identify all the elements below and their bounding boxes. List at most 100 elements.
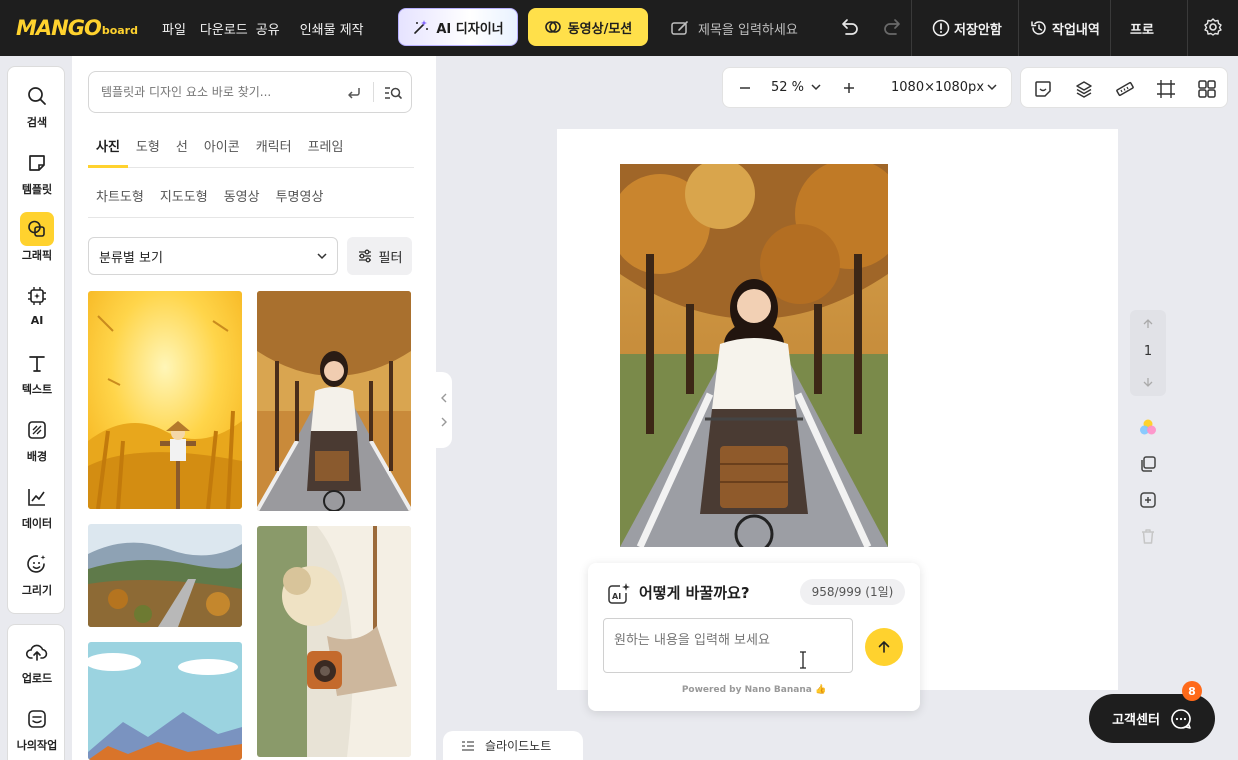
crop-frame-icon[interactable] (1156, 79, 1176, 99)
rail-item-graphic[interactable]: 그래픽 (8, 212, 66, 263)
document-title[interactable]: 제목을 입력하세요 (670, 0, 798, 56)
layers-icon[interactable] (1074, 79, 1094, 99)
ai-chip-icon (28, 287, 46, 305)
search-icon (28, 87, 46, 105)
sticker-icon[interactable] (1033, 79, 1053, 99)
template-icon (29, 155, 45, 171)
rail-item-search[interactable]: 검색 (8, 79, 66, 130)
canvas-size[interactable]: 1080×1080px (891, 80, 984, 95)
photo-thumbnail[interactable] (257, 526, 411, 757)
history-button[interactable]: 작업내역 (1030, 0, 1100, 56)
add-page-icon[interactable] (1138, 490, 1158, 510)
edit-title-icon (671, 21, 688, 35)
subtab-chart-shape[interactable]: 차트도형 (88, 188, 152, 218)
arrow-up-icon[interactable] (1142, 318, 1154, 330)
rail-item-text[interactable]: 텍스트 (8, 346, 66, 397)
duplicate-icon[interactable] (1138, 454, 1158, 474)
rail-label: 검색 (26, 116, 48, 129)
chevron-right-icon (441, 417, 447, 427)
chevron-down-icon[interactable] (811, 82, 821, 92)
video-motion-button[interactable]: 동영상/모션 (528, 8, 648, 46)
menu-download[interactable]: 다운로드 (200, 19, 248, 38)
girl-bicycle-photo (620, 164, 888, 547)
enter-icon[interactable] (345, 84, 363, 102)
subtab-transparent-video[interactable]: 투명영상 (268, 188, 332, 218)
send-button[interactable] (865, 628, 903, 666)
tab-line[interactable]: 선 (168, 138, 196, 168)
pro-button[interactable]: 프로 (1130, 0, 1154, 56)
rail-label: 텍스트 (21, 383, 53, 396)
scarecrow-field-image (88, 291, 242, 509)
tab-photo[interactable]: 사진 (88, 138, 128, 168)
rail-item-upload[interactable]: 업로드 (8, 635, 66, 686)
rail-label: AI (30, 314, 44, 327)
notes-icon (462, 740, 474, 751)
subtab-map-shape[interactable]: 지도도형 (152, 188, 216, 218)
chevron-down-icon[interactable] (987, 82, 997, 92)
photo-thumbnail[interactable] (257, 291, 411, 511)
page-number: 1 (1143, 344, 1153, 359)
menu-file[interactable]: 파일 (162, 19, 186, 38)
rail-item-draw[interactable]: 그리기 (8, 547, 66, 598)
subtab-video[interactable]: 동영상 (216, 188, 268, 218)
sliders-icon (358, 249, 371, 263)
ai-prompt-input[interactable] (603, 618, 853, 673)
photo-thumbnail[interactable] (88, 524, 242, 627)
asset-subtabs: 차트도형 지도도형 동영상 투명영상 (88, 188, 414, 218)
divider (1187, 0, 1188, 56)
tab-character[interactable]: 캐릭터 (248, 138, 300, 168)
rail-icon-wrap (20, 346, 54, 380)
zoom-level[interactable]: 52 % (771, 80, 804, 95)
rail-label: 데이터 (21, 517, 53, 530)
undo-icon[interactable] (838, 16, 860, 38)
save-status-label: 저장안함 (954, 22, 1002, 38)
gear-icon[interactable] (1203, 17, 1223, 37)
chevron-left-icon (441, 393, 447, 403)
save-status[interactable]: 저장안함 (932, 0, 1002, 56)
advanced-search-icon[interactable] (383, 84, 403, 102)
canvas-photo[interactable] (620, 164, 888, 547)
smile-sparkle-icon (27, 555, 46, 573)
pro-label: 프로 (1130, 22, 1154, 38)
asset-tabs: 사진 도형 선 아이콘 캐릭터 프레임 (88, 138, 414, 168)
menu-share[interactable]: 공유 (256, 19, 280, 38)
zoom-out-icon[interactable] (737, 80, 753, 96)
rail-icon-wrap (20, 702, 54, 736)
main-menu: 파일 다운로드 공유 인쇄물 제작 (162, 19, 378, 38)
rail-item-background[interactable]: 배경 (8, 413, 66, 464)
tab-icon[interactable]: 아이콘 (196, 138, 248, 168)
color-palette-icon[interactable] (1138, 418, 1158, 438)
rail-label: 나의작업 (16, 739, 58, 752)
asset-panel: 사진 도형 선 아이콘 캐릭터 프레임 차트도형 지도도형 동영상 투명영상 분… (72, 56, 436, 760)
redo-icon[interactable] (882, 16, 904, 38)
arrow-down-icon[interactable] (1142, 376, 1154, 388)
rail-icon-wrap (20, 279, 54, 313)
rail-label: 업로드 (21, 672, 53, 685)
ruler-icon[interactable] (1115, 79, 1135, 99)
rail-label: 배경 (26, 450, 48, 463)
rail-item-data[interactable]: 데이터 (8, 480, 66, 531)
ai-designer-button[interactable]: AI 디자이너 (398, 8, 518, 46)
search-input[interactable] (101, 85, 331, 99)
grid-icon[interactable] (1197, 79, 1217, 99)
category-select[interactable]: 분류별 보기 (88, 237, 338, 275)
rail-item-ai[interactable]: AI (8, 279, 66, 327)
menu-print[interactable]: 인쇄물 제작 (300, 19, 364, 38)
logo[interactable]: MANGO board (0, 0, 150, 56)
text-icon (29, 356, 45, 372)
photo-thumbnail[interactable] (88, 642, 242, 760)
rail-label: 템플릿 (21, 183, 53, 196)
photo-thumbnail[interactable] (88, 291, 242, 509)
filter-button[interactable]: 필터 (347, 237, 412, 275)
rail-item-template[interactable]: 템플릿 (8, 146, 66, 197)
zoom-in-icon[interactable] (841, 80, 857, 96)
rail-item-my-work[interactable]: 나의작업 (8, 702, 66, 753)
camera-flowers-image (257, 526, 411, 757)
slide-notes-tab[interactable]: 슬라이드노트 (443, 731, 583, 760)
panel-collapse-handle[interactable] (436, 372, 452, 448)
tab-shape[interactable]: 도형 (128, 138, 168, 168)
landscape-road-image (88, 524, 242, 627)
trash-icon[interactable] (1138, 526, 1158, 546)
tab-frame[interactable]: 프레임 (300, 138, 352, 168)
customer-center-button[interactable]: 고객센터 (1089, 694, 1215, 743)
